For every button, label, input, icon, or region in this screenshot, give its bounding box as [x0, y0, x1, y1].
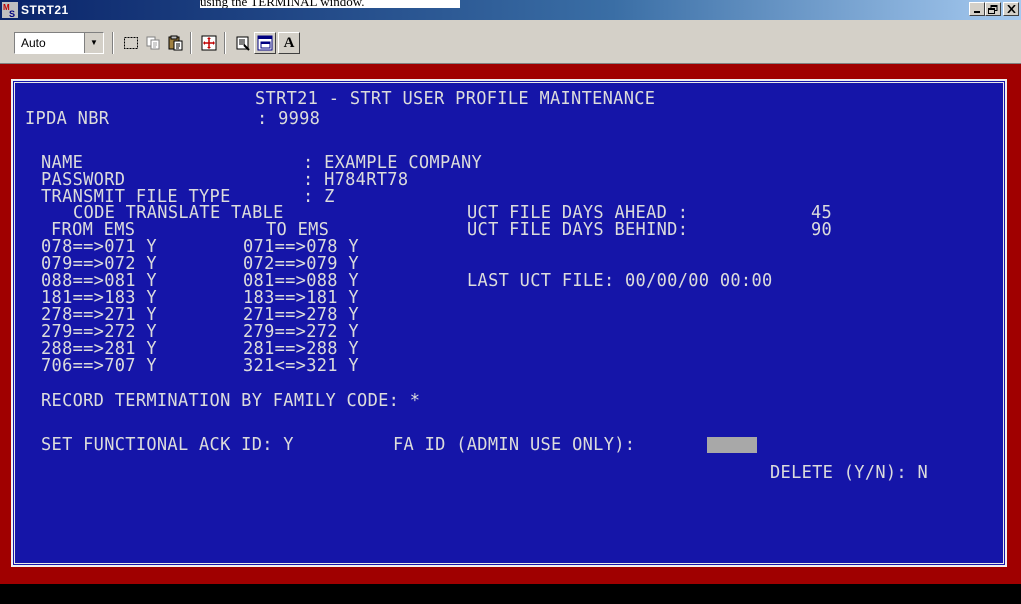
uct-behind-field[interactable]: 90	[811, 221, 832, 240]
ipda-label: IPDA NBR	[25, 108, 110, 130]
fullscreen-icon	[201, 35, 217, 51]
minimize-icon	[974, 11, 980, 13]
toolbar-separator	[224, 32, 226, 54]
properties-button[interactable]	[232, 32, 254, 54]
paste-button[interactable]	[164, 32, 186, 54]
ipda-value: : 9998	[257, 108, 321, 130]
properties-icon	[236, 36, 250, 51]
font-icon: A	[283, 34, 295, 51]
chevron-down-icon[interactable]: ▼	[84, 33, 103, 53]
fa-id-label: FA ID (ADMIN USE ONLY):	[393, 434, 636, 456]
paste-icon	[168, 35, 183, 51]
terminal-frame: STRT21 - STRT USER PROFILE MAINTENANCE I…	[0, 64, 1021, 584]
restore-icon	[988, 4, 998, 14]
ms-app-icon: M S	[2, 2, 18, 18]
copy-button[interactable]	[142, 32, 164, 54]
copy-icon	[146, 36, 160, 50]
status-area	[0, 584, 1021, 604]
from-ems-row[interactable]: 706==>707 Y	[41, 357, 157, 376]
toolbar: Auto ▼ A	[0, 20, 1021, 64]
window-title: STRT21	[21, 3, 69, 17]
select-all-icon	[124, 37, 138, 49]
uct-behind-label: UCT FILE DAYS BEHIND:	[467, 219, 689, 241]
functional-ack-id[interactable]: SET FUNCTIONAL ACK ID: Y	[41, 436, 294, 455]
mark-button[interactable]	[120, 32, 142, 54]
terminal-screen[interactable]: STRT21 - STRT USER PROFILE MAINTENANCE I…	[11, 79, 1007, 567]
screen-header: STRT21 - STRT USER PROFILE MAINTENANCE	[255, 88, 656, 110]
annotation-text: using the TERMINAL window.	[200, 0, 460, 8]
toolbar-separator	[112, 32, 114, 54]
fullscreen-button[interactable]	[198, 32, 220, 54]
minimize-button[interactable]	[969, 2, 985, 16]
file-type-field[interactable]: : Z	[303, 188, 335, 207]
delete-field[interactable]: DELETE (Y/N): N	[770, 464, 928, 483]
close-icon	[1006, 5, 1016, 13]
background-icon	[257, 35, 273, 51]
fa-id-input[interactable]	[707, 437, 757, 453]
font-button[interactable]: A	[278, 32, 300, 54]
last-uct-file: LAST UCT FILE: 00/00/00 00:00	[467, 270, 773, 292]
title-bar[interactable]: M S STRT21	[0, 0, 1021, 20]
font-size-value: Auto	[21, 36, 46, 50]
svg-text:S: S	[9, 9, 15, 18]
font-size-select[interactable]: Auto ▼	[14, 32, 104, 54]
toolbar-separator	[190, 32, 192, 54]
close-button[interactable]	[1003, 2, 1019, 16]
to-ems-row[interactable]: 321<=>321 Y	[243, 357, 359, 376]
background-button[interactable]	[254, 32, 276, 54]
record-termination[interactable]: RECORD TERMINATION BY FAMILY CODE: *	[41, 392, 420, 411]
maximize-button[interactable]	[985, 2, 1001, 16]
